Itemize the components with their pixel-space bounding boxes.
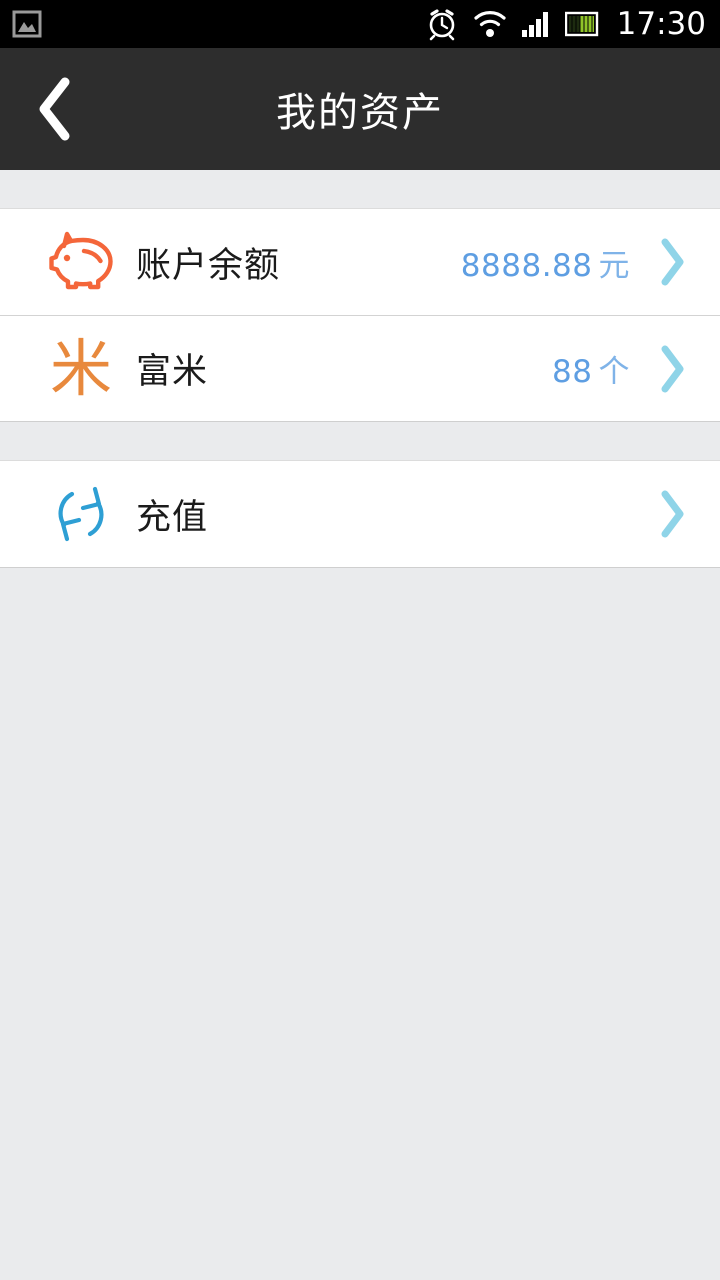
status-bar-right: 17:30 bbox=[425, 7, 706, 41]
app-header: 我的资产 bbox=[0, 48, 720, 170]
screenshot-image-icon bbox=[12, 9, 42, 39]
mi-grain-icon: 米 bbox=[44, 332, 118, 406]
status-bar-left bbox=[12, 9, 42, 39]
status-bar: 17:30 bbox=[0, 0, 720, 48]
row-fumi[interactable]: 米 富米 88 个 bbox=[0, 315, 720, 421]
chevron-right-icon[interactable] bbox=[652, 236, 692, 288]
row-value-number: 8888.88 bbox=[460, 247, 593, 284]
row-label: 富米 bbox=[136, 352, 209, 392]
row-value-number: 88 bbox=[552, 354, 593, 390]
row-value bbox=[624, 496, 630, 532]
section-gap-top bbox=[0, 170, 720, 208]
row-value-unit: 个 bbox=[598, 354, 630, 390]
piggy-bank-icon bbox=[44, 225, 118, 299]
row-account-balance[interactable]: 账户余额 8888.88 元 bbox=[0, 209, 720, 315]
row-value-unit: 元 bbox=[598, 247, 630, 284]
recharge-section: 充值 bbox=[0, 460, 720, 568]
chevron-right-icon[interactable] bbox=[652, 343, 692, 395]
chevron-left-icon bbox=[32, 74, 78, 144]
row-value: 88 个 bbox=[552, 346, 630, 391]
alarm-clock-icon bbox=[425, 7, 459, 41]
battery-icon bbox=[564, 11, 599, 37]
status-bar-clock: 17:30 bbox=[616, 5, 706, 42]
row-recharge[interactable]: 充值 bbox=[0, 461, 720, 567]
row-value: 8888.88 元 bbox=[461, 240, 630, 285]
assets-section: 账户余额 8888.88 元 米 富米 88 个 bbox=[0, 208, 720, 422]
mi-grain-glyph: 米 bbox=[49, 331, 112, 405]
back-button[interactable] bbox=[0, 48, 110, 170]
content-area: 账户余额 8888.88 元 米 富米 88 个 充值 bbox=[0, 170, 720, 568]
chevron-right-icon[interactable] bbox=[652, 488, 692, 540]
refresh-circle-icon bbox=[44, 477, 118, 551]
row-label: 充值 bbox=[136, 497, 209, 538]
wifi-icon bbox=[473, 9, 507, 39]
row-label: 账户余额 bbox=[136, 245, 281, 286]
cellular-signal-icon bbox=[521, 10, 551, 38]
section-gap-middle bbox=[0, 422, 720, 460]
